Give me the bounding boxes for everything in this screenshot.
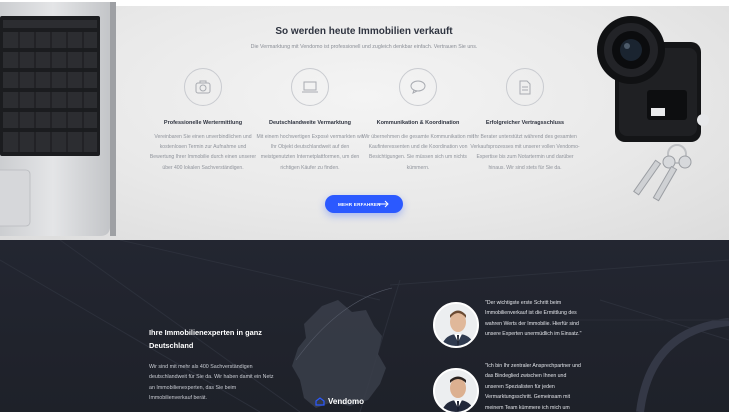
brand-name: Vendomo	[328, 397, 365, 406]
feature-title: Professionelle Wertermittlung	[163, 120, 243, 126]
experts-section: Ihre Immobilienexperten in ganz Deutschl…	[0, 240, 729, 412]
brand-logo: Vendomo	[315, 397, 364, 406]
germany-map	[292, 300, 386, 408]
laptop-icon	[291, 68, 329, 106]
feature-marketing: Deutschlandweite Vermarktung Mit einem h…	[254, 68, 366, 173]
avatar	[433, 368, 479, 412]
house-icon	[315, 397, 325, 406]
feature-contract: Erfolgreicher Vertragsschluss Ihr Berate…	[469, 68, 581, 173]
section-intro: Die Vermarktung mit Vendomo ist professi…	[250, 44, 478, 50]
feature-valuation: Professionelle Wertermittlung Vereinbare…	[147, 68, 259, 173]
feature-communication: Kommunikation & Koordination Wir überneh…	[362, 68, 474, 173]
feature-text: Mit einem hochwertigen Exposé vermarkten…	[256, 134, 364, 171]
laptop-illustration	[0, 2, 116, 236]
experts-title: Ihre Immobilienexperten in ganz Deutschl…	[149, 328, 262, 350]
background-decoration	[0, 240, 729, 412]
experts-text: Wir sind mit mehr als 400 Sachverständig…	[149, 364, 274, 402]
camera-illustration	[597, 16, 709, 202]
feature-title: Deutschlandweite Vermarktung	[269, 120, 351, 126]
camera-icon	[184, 68, 222, 106]
feature-text: Vereinbaren Sie einen unverbindlichen un…	[149, 134, 257, 171]
document-icon	[506, 68, 544, 106]
learn-more-label: MEHR ERFAHREN	[338, 201, 381, 207]
testimonial-quote: "Der wichtigste erste Schritt beim Immob…	[485, 300, 582, 338]
how-it-works-section: So werden heute Immobilien verkauft Die …	[0, 0, 729, 240]
feature-title: Kommunikation & Koordination	[376, 120, 460, 126]
learn-more-button[interactable]: MEHR ERFAHREN	[325, 195, 403, 213]
chat-bubble-icon	[399, 68, 437, 106]
arrow-right-icon	[378, 200, 389, 208]
feature-text: Wir übernehmen die gesamte Kommunikation…	[362, 134, 474, 171]
section-headline: So werden heute Immobilien verkauft	[275, 26, 453, 37]
feature-title: Erfolgreicher Vertragsschluss	[485, 120, 565, 126]
testimonial-quote: "Ich bin Ihr zentraler Ansprechpartner u…	[485, 363, 581, 411]
feature-text: Ihr Berater unterstützt während des gesa…	[470, 134, 580, 171]
avatar	[433, 302, 479, 348]
